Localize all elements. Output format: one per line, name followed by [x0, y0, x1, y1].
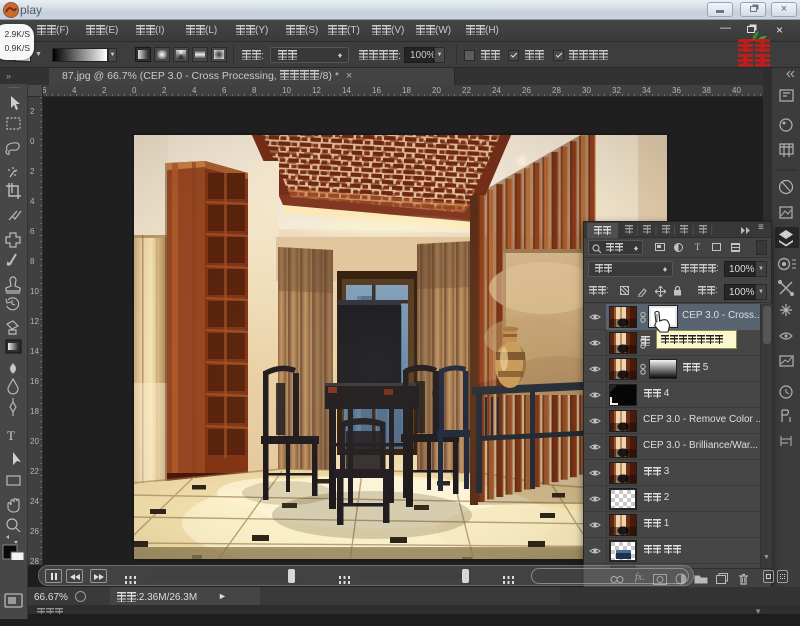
svg-text:T: T [7, 428, 15, 443]
